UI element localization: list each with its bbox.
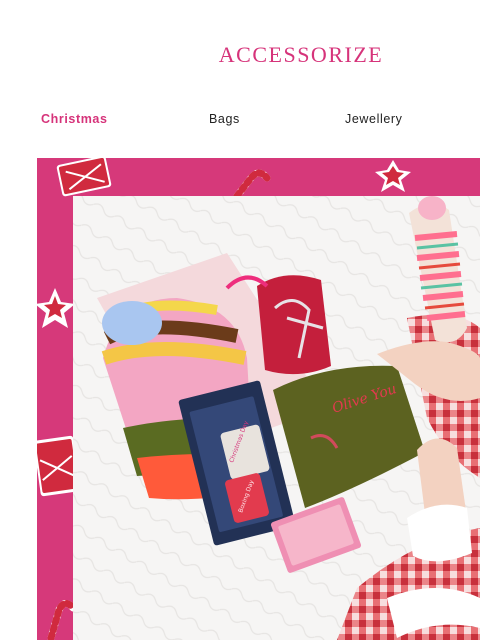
product-photo: Olive You Christmas Day Boxing Day [73,196,480,640]
hero-image: Olive You Christmas Day Boxing Day [37,158,480,640]
category-nav: Christmas Bags Jewellery [0,112,480,128]
nav-item-jewellery[interactable]: Jewellery [345,112,403,126]
brand-logo[interactable]: ACCESSORIZE [0,42,480,68]
nav-item-christmas[interactable]: Christmas [41,112,108,126]
nav-item-bags[interactable]: Bags [209,112,240,126]
hero-banner[interactable]: Olive You Christmas Day Boxing Day [37,158,480,640]
